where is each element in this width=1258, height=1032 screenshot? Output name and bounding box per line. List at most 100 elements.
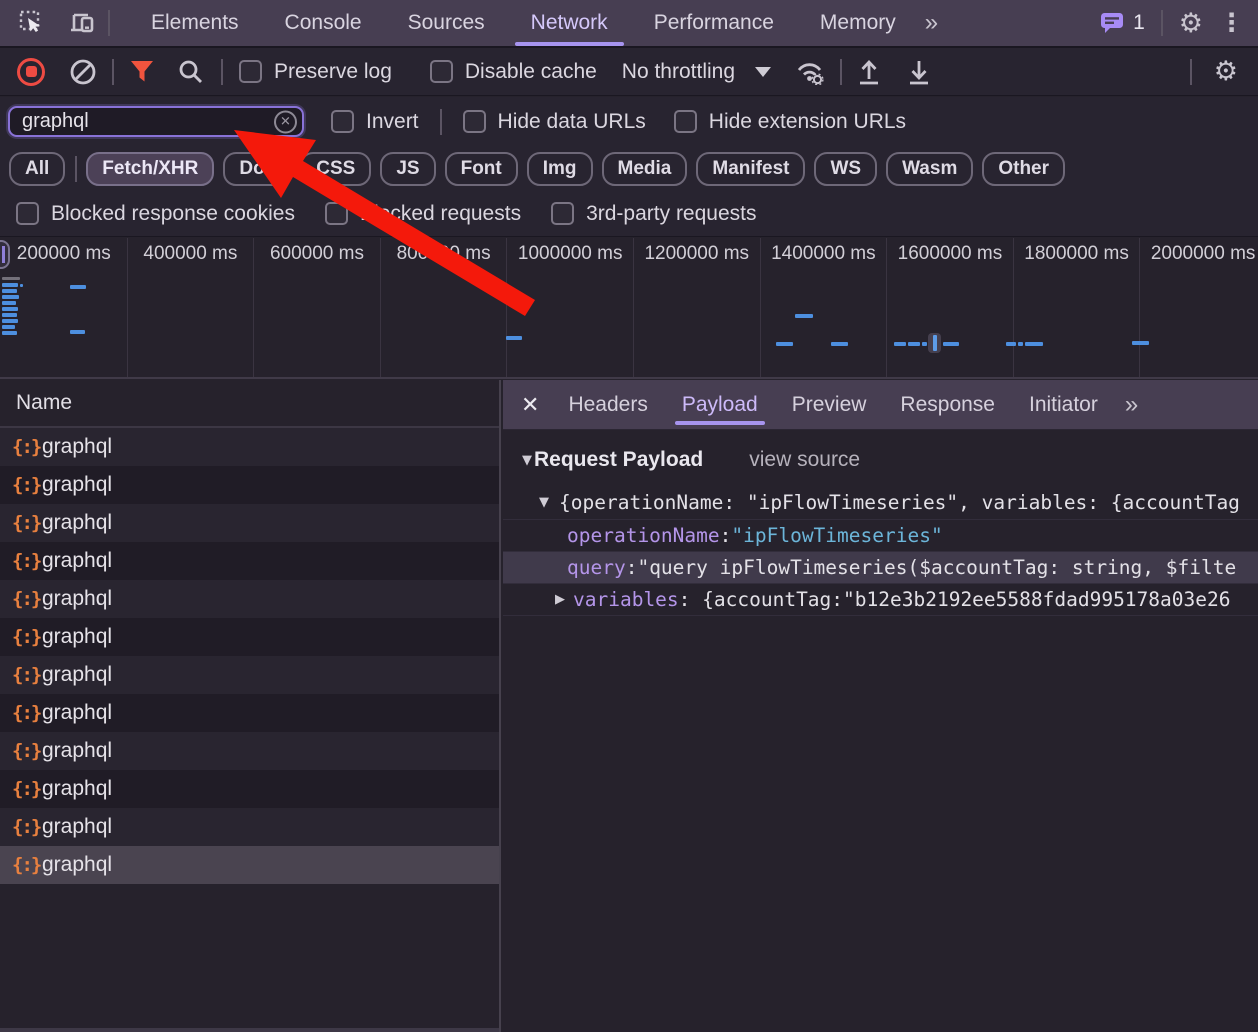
variables-expander-icon[interactable]: ▶ xyxy=(555,592,565,607)
payload-row-query[interactable]: query: "query ipFlowTimeseries($accountT… xyxy=(503,551,1258,583)
close-details-icon[interactable]: ✕ xyxy=(521,392,539,418)
pill-ws[interactable]: WS xyxy=(814,152,877,186)
json-braces-icon: {:} xyxy=(12,664,42,686)
payload-value: "query ipFlowTimeseries($accountTag: str… xyxy=(637,556,1236,579)
section-expander-icon[interactable]: ▼ xyxy=(522,453,532,468)
payload-value: "ipFlowTimeseries" xyxy=(731,524,942,547)
tab-performance[interactable]: Performance xyxy=(631,0,797,46)
toolbar-divider-1 xyxy=(112,59,114,85)
waterfall-bar xyxy=(1006,342,1016,346)
request-row[interactable]: {:}graphql xyxy=(0,808,499,846)
pill-font[interactable]: Font xyxy=(445,152,518,186)
issues-message-icon[interactable] xyxy=(1099,11,1126,35)
waterfall-bar xyxy=(70,330,85,334)
hide-extension-urls-checkbox[interactable] xyxy=(674,110,697,133)
tab-memory[interactable]: Memory xyxy=(797,0,919,46)
pill-wasm[interactable]: Wasm xyxy=(886,152,973,186)
waterfall-bar xyxy=(2,277,20,280)
waterfall-bar xyxy=(70,285,86,289)
waterfall-tick-label: 2000000 ms xyxy=(1151,243,1256,377)
more-panels-icon[interactable]: » xyxy=(925,9,936,37)
request-row[interactable]: {:}graphql xyxy=(0,618,499,656)
request-row[interactable]: {:}graphql xyxy=(0,466,499,504)
tab-network[interactable]: Network xyxy=(508,0,631,46)
tab-elements[interactable]: Elements xyxy=(128,0,262,46)
payload-sep: : xyxy=(626,556,638,579)
hide-data-urls-checkbox[interactable] xyxy=(463,110,486,133)
details-tab-headers[interactable]: Headers xyxy=(551,380,664,429)
waterfall-column-8: 1800000 ms xyxy=(1014,238,1141,377)
payload-preview-line[interactable]: ▼ {operationName: "ipFlowTimeseries", va… xyxy=(503,486,1258,519)
waterfall-bar xyxy=(1018,342,1023,346)
invert-checkbox[interactable] xyxy=(331,110,354,133)
waterfall-column-4: 1000000 ms xyxy=(507,238,634,377)
pill-fetchxhr[interactable]: Fetch/XHR xyxy=(86,152,214,186)
export-har-icon[interactable] xyxy=(906,58,932,86)
pill-css[interactable]: CSS xyxy=(300,152,371,186)
request-row[interactable]: {:}graphql xyxy=(0,846,499,884)
network-conditions-icon[interactable] xyxy=(794,58,826,85)
waterfall-bar xyxy=(2,283,18,287)
3rd-party-requests-checkbox[interactable] xyxy=(551,202,574,225)
issues-count: 1 xyxy=(1133,11,1145,35)
payload-value: "b12e3b2192ee5588fdad995178a03e26 xyxy=(843,588,1230,611)
request-payload-section-header[interactable]: ▼ Request Payload view source xyxy=(503,445,1258,475)
request-row[interactable]: {:}graphql xyxy=(0,580,499,618)
details-tab-payload[interactable]: Payload xyxy=(665,380,775,429)
request-row[interactable]: {:}graphql xyxy=(0,732,499,770)
clear-network-log-icon[interactable] xyxy=(69,58,97,86)
view-source-toggle[interactable]: view source xyxy=(749,448,860,472)
details-tab-response[interactable]: Response xyxy=(883,380,1012,429)
pill-manifest[interactable]: Manifest xyxy=(696,152,805,186)
pill-other[interactable]: Other xyxy=(982,152,1065,186)
throttling-select[interactable]: No throttling xyxy=(622,60,735,84)
blocked-response-cookies-checkbox[interactable] xyxy=(16,202,39,225)
settings-gear-icon[interactable]: ⚙ xyxy=(1179,10,1203,37)
tab-console[interactable]: Console xyxy=(262,0,385,46)
request-row[interactable]: {:}graphql xyxy=(0,656,499,694)
pill-img[interactable]: Img xyxy=(527,152,593,186)
overflow-menu-icon[interactable]: ⋮ xyxy=(1219,8,1244,38)
details-tab-preview[interactable]: Preview xyxy=(775,380,884,429)
blocked-requests-checkbox[interactable] xyxy=(325,202,348,225)
import-har-icon[interactable] xyxy=(856,58,882,86)
toolbar-divider-4 xyxy=(1190,59,1192,85)
disable-cache-checkbox[interactable] xyxy=(430,60,453,83)
json-braces-icon: {:} xyxy=(12,626,42,648)
waterfall-column-7: 1600000 ms xyxy=(887,238,1014,377)
waterfall-tick-label: 800000 ms xyxy=(397,243,491,377)
device-toolbar-icon[interactable] xyxy=(68,9,98,37)
waterfall-column-6: 1400000 ms xyxy=(761,238,888,377)
name-column-header[interactable]: Name xyxy=(0,380,499,428)
waterfall-bar xyxy=(2,301,16,305)
waterfall-left-handle[interactable] xyxy=(0,240,10,269)
request-row[interactable]: {:}graphql xyxy=(0,770,499,808)
request-row[interactable]: {:}graphql xyxy=(0,694,499,732)
network-settings-gear-icon[interactable]: ⚙ xyxy=(1214,58,1238,85)
pill-all[interactable]: All xyxy=(9,152,65,186)
requests-panel: Name {:}graphql{:}graphql{:}graphql{:}gr… xyxy=(0,380,501,1032)
clear-filter-icon[interactable]: ✕ xyxy=(274,110,297,133)
request-row[interactable]: {:}graphql xyxy=(0,504,499,542)
waterfall-overview[interactable]: 200000 ms400000 ms600000 ms800000 ms1000… xyxy=(0,238,1258,379)
record-network-log-icon[interactable] xyxy=(17,58,45,86)
pill-js[interactable]: JS xyxy=(380,152,435,186)
request-row[interactable]: {:}graphql xyxy=(0,428,499,466)
details-tab-initiator[interactable]: Initiator xyxy=(1012,380,1115,429)
preserve-log-checkbox[interactable] xyxy=(239,60,262,83)
pill-doc[interactable]: Doc xyxy=(223,152,291,186)
filter-funnel-icon[interactable] xyxy=(129,59,155,84)
request-name: graphql xyxy=(42,701,112,725)
payload-row-variables[interactable]: ▶ variables: {accountTag: "b12e3b2192ee5… xyxy=(503,583,1258,615)
waterfall-column-3: 800000 ms xyxy=(381,238,508,377)
pill-media[interactable]: Media xyxy=(602,152,688,186)
search-icon[interactable] xyxy=(177,58,205,86)
extra-filters-row: Blocked response cookiesBlocked requests… xyxy=(0,191,1258,237)
request-row[interactable]: {:}graphql xyxy=(0,542,499,580)
object-expander-icon[interactable]: ▼ xyxy=(539,495,549,510)
payload-row-operation-name[interactable]: operationName: "ipFlowTimeseries" xyxy=(503,519,1258,551)
details-overflow-icon[interactable]: » xyxy=(1125,391,1136,419)
filter-input[interactable]: graphql ✕ xyxy=(8,106,304,137)
tab-sources[interactable]: Sources xyxy=(385,0,508,46)
inspect-element-icon[interactable] xyxy=(18,9,46,37)
